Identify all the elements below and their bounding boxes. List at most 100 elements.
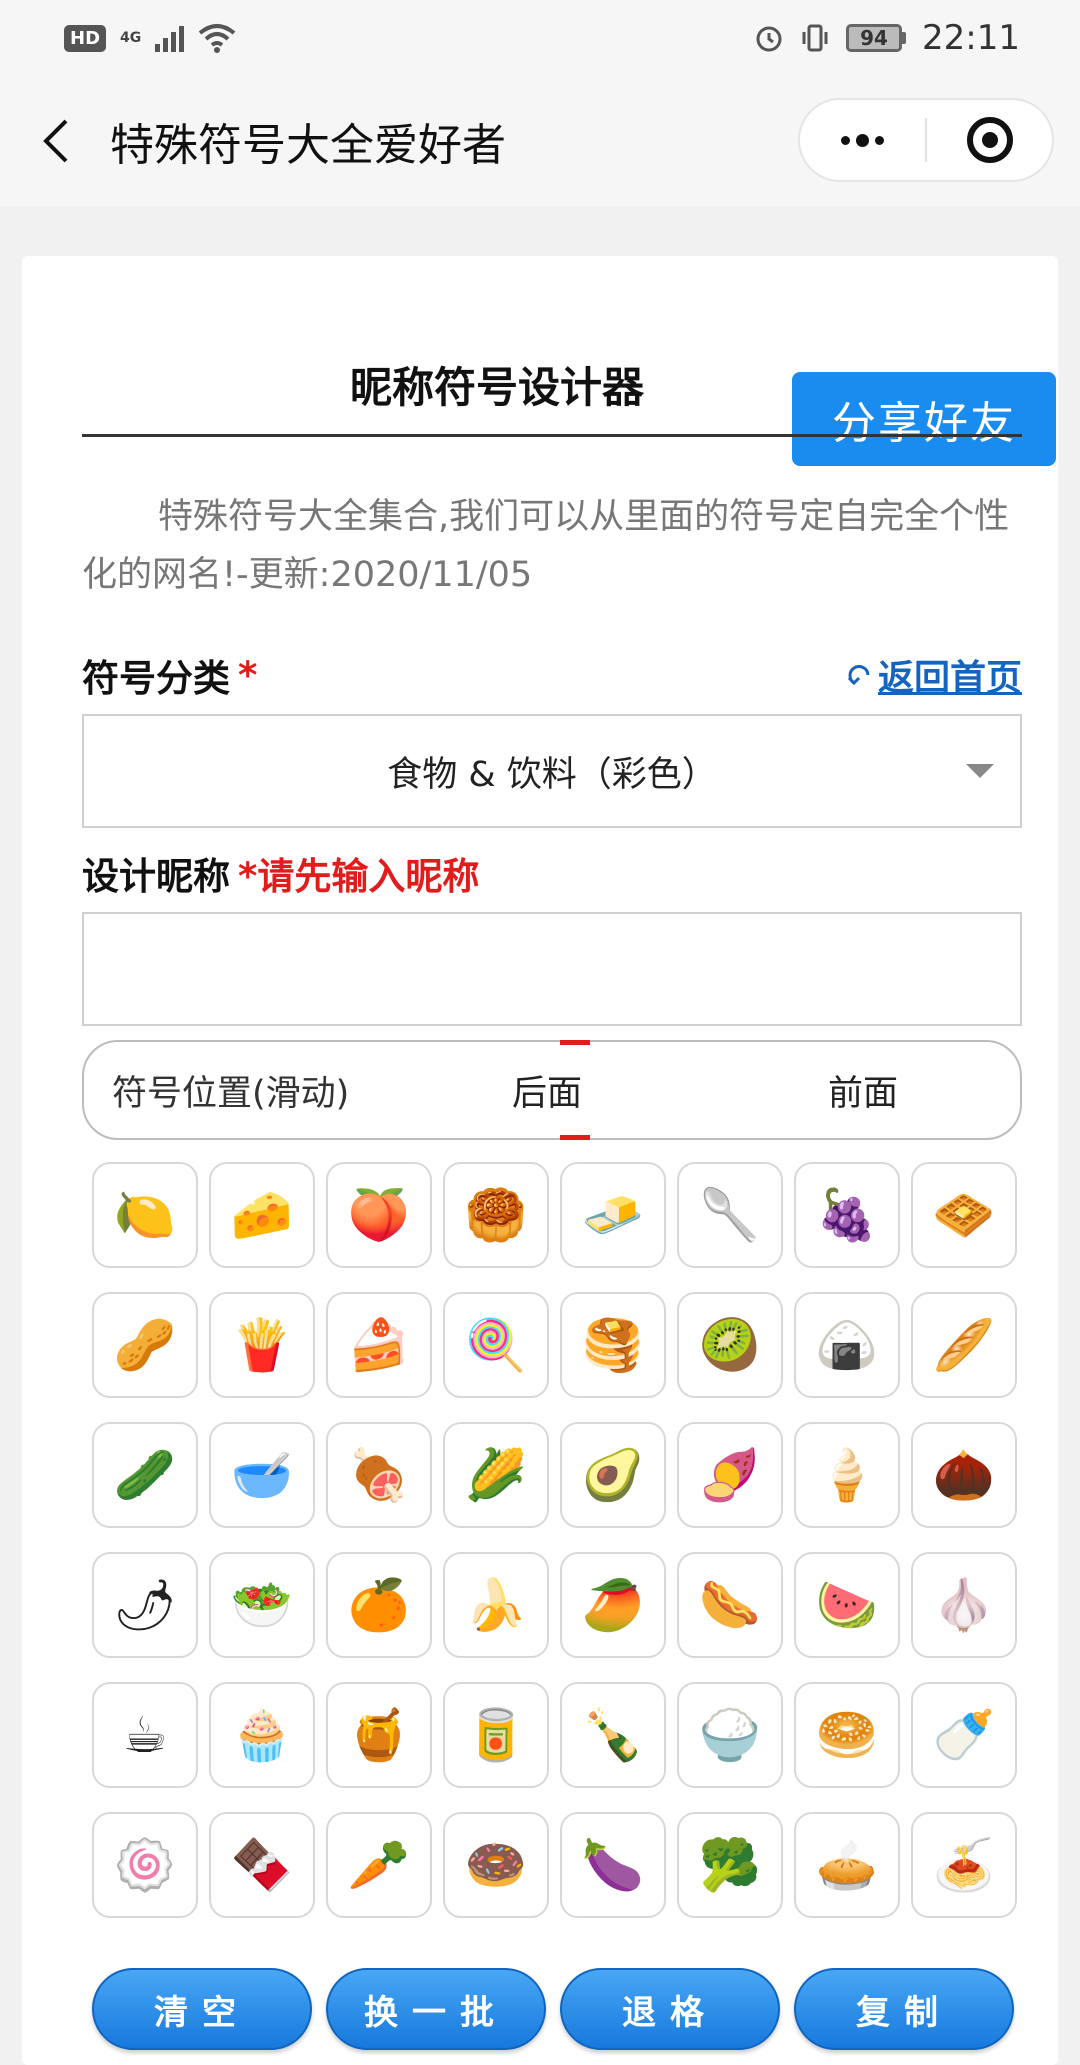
- nickname-input[interactable]: [82, 912, 1022, 1026]
- vibrate-icon: [802, 24, 828, 52]
- status-bar: HD 4G 94 22:11: [0, 0, 1080, 76]
- symbol-cell[interactable]: 🍼: [911, 1682, 1017, 1788]
- symbol-cell[interactable]: 🥭: [560, 1552, 666, 1658]
- symbol-cell[interactable]: 🥑: [560, 1422, 666, 1528]
- symbol-cell[interactable]: 🍝: [911, 1812, 1017, 1918]
- symbol-cell[interactable]: 🥧: [794, 1812, 900, 1918]
- symbol-glyph: 🧁: [230, 1706, 294, 1764]
- position-option-after[interactable]: 后面: [512, 1065, 582, 1116]
- symbol-glyph: 🍋: [113, 1186, 177, 1244]
- symbol-cell[interactable]: 🌽: [443, 1422, 549, 1528]
- symbol-cell[interactable]: 🍙: [794, 1292, 900, 1398]
- symbol-glyph: 🥞: [581, 1316, 645, 1374]
- symbol-glyph: 🌭: [698, 1576, 762, 1634]
- share-button[interactable]: 分享好友: [792, 372, 1056, 466]
- symbol-cell[interactable]: 🥕: [326, 1812, 432, 1918]
- symbol-cell[interactable]: 🍇: [794, 1162, 900, 1268]
- symbol-cell[interactable]: 🍑: [326, 1162, 432, 1268]
- nickname-label: 设计昵称: [82, 855, 230, 898]
- symbol-cell[interactable]: 🥫: [443, 1682, 549, 1788]
- symbol-glyph: 🍝: [932, 1836, 996, 1894]
- symbol-cell[interactable]: 🍫: [209, 1812, 315, 1918]
- symbol-cell[interactable]: 🥣: [209, 1422, 315, 1528]
- symbol-glyph: 🧀: [230, 1186, 294, 1244]
- symbol-cell[interactable]: 🥯: [794, 1682, 900, 1788]
- more-button[interactable]: [800, 100, 925, 180]
- symbol-glyph: 🥝: [698, 1316, 762, 1374]
- wifi-icon: [198, 24, 236, 53]
- next-batch-button[interactable]: 换一批: [326, 1968, 546, 2050]
- symbol-cell[interactable]: 🥗: [209, 1552, 315, 1658]
- clear-button[interactable]: 清空: [92, 1968, 312, 2050]
- symbol-glyph: 🥫: [464, 1706, 528, 1764]
- category-label-row: 符号分类 * 返回首页: [82, 648, 1022, 702]
- symbol-cell[interactable]: 🧁: [209, 1682, 315, 1788]
- symbol-cell[interactable]: 🥦: [677, 1812, 783, 1918]
- symbol-cell[interactable]: 🌰: [911, 1422, 1017, 1528]
- back-button[interactable]: [0, 76, 110, 206]
- symbol-glyph: 🥧: [815, 1836, 879, 1894]
- symbol-glyph: 🥜: [113, 1316, 177, 1374]
- symbol-cell[interactable]: 🍯: [326, 1682, 432, 1788]
- symbol-cell[interactable]: 🍠: [677, 1422, 783, 1528]
- symbol-cell[interactable]: 🍦: [794, 1422, 900, 1528]
- nickname-hint: *请先输入昵称: [238, 855, 480, 898]
- symbol-cell[interactable]: 🌭: [677, 1552, 783, 1658]
- symbol-glyph: 🌽: [464, 1446, 528, 1504]
- symbol-cell[interactable]: 🧄: [911, 1552, 1017, 1658]
- home-link[interactable]: 返回首页: [846, 649, 1022, 701]
- action-bar: 清空 换一批 退格 复制: [92, 1968, 1014, 2050]
- symbol-glyph: 🍌: [464, 1576, 528, 1634]
- symbol-cell[interactable]: 🌶: [92, 1552, 198, 1658]
- position-label: 符号位置(滑动): [112, 1073, 350, 1114]
- symbol-cell[interactable]: 🍊: [326, 1552, 432, 1658]
- symbol-cell[interactable]: 🍉: [794, 1552, 900, 1658]
- symbol-glyph: 🍑: [347, 1186, 411, 1244]
- symbol-cell[interactable]: 🍌: [443, 1552, 549, 1658]
- caret-down-icon: [966, 764, 994, 778]
- symbol-cell[interactable]: 🍩: [443, 1812, 549, 1918]
- alarm-icon: [756, 26, 782, 52]
- symbol-cell[interactable]: 🥒: [92, 1422, 198, 1528]
- symbol-glyph: 🍯: [347, 1706, 411, 1764]
- position-option-before[interactable]: 前面: [828, 1065, 898, 1116]
- symbol-cell[interactable]: 🧇: [911, 1162, 1017, 1268]
- symbol-cell[interactable]: 🥞: [560, 1292, 666, 1398]
- symbol-grid: 🍋 🧀 🍑 🥮 🧈 🥄 🍇 🧇 🥜 🍟 🍰 🍭 🥞 🥝 🍙 🥖 🥒 🥣 🍖 🌽 🥑 🍠 🍦 🌰 🌶 🥗 🍊 🍌 🥭 🌭 🍉 🧄 ☕ 🧁 🍯 🥫 🍾 🍚 🥯 🍼…: [92, 1162, 1017, 1918]
- symbol-cell[interactable]: 🥮: [443, 1162, 549, 1268]
- symbol-cell[interactable]: 🍆: [560, 1812, 666, 1918]
- symbol-glyph: 🥮: [464, 1186, 528, 1244]
- symbol-cell[interactable]: 🥄: [677, 1162, 783, 1268]
- symbol-glyph: 🌶: [113, 1576, 177, 1634]
- symbol-cell[interactable]: 🍟: [209, 1292, 315, 1398]
- close-button[interactable]: [927, 100, 1052, 180]
- home-link-label: 返回首页: [877, 658, 1022, 699]
- symbol-cell[interactable]: 🥜: [92, 1292, 198, 1398]
- symbol-cell[interactable]: 🍾: [560, 1682, 666, 1788]
- symbol-cell[interactable]: 🍋: [92, 1162, 198, 1268]
- symbol-glyph: 🥣: [230, 1446, 294, 1504]
- symbol-cell[interactable]: 🧀: [209, 1162, 315, 1268]
- symbol-cell[interactable]: 🍭: [443, 1292, 549, 1398]
- symbol-glyph: 🍾: [581, 1706, 645, 1764]
- category-select[interactable]: 食物 & 饮料（彩色）: [82, 714, 1022, 828]
- hd-badge: HD: [64, 24, 107, 52]
- intro-text: 特殊符号大全集合,我们可以从里面的符号定自完全个性化的网名!-更新:2020/1…: [82, 497, 1010, 595]
- page-title: 昵称符号设计器: [349, 363, 644, 412]
- copy-button[interactable]: 复制: [794, 1968, 1014, 2050]
- symbol-cell[interactable]: 🍰: [326, 1292, 432, 1398]
- symbol-glyph: 🍦: [815, 1446, 879, 1504]
- symbol-cell[interactable]: 🍥: [92, 1812, 198, 1918]
- symbol-cell[interactable]: 🍚: [677, 1682, 783, 1788]
- symbol-cell[interactable]: 🍖: [326, 1422, 432, 1528]
- symbol-cell[interactable]: 🧈: [560, 1162, 666, 1268]
- symbol-cell[interactable]: 🥝: [677, 1292, 783, 1398]
- main-card: 昵称符号设计器 分享好友 特殊符号大全集合,我们可以从里面的符号定自完全个性化的…: [22, 256, 1058, 2065]
- symbol-position-picker[interactable]: 符号位置(滑动) 后面 前面: [82, 1040, 1022, 1140]
- symbol-glyph: 🥦: [698, 1836, 762, 1894]
- symbol-glyph: 🍥: [113, 1836, 177, 1894]
- symbol-cell[interactable]: 🥖: [911, 1292, 1017, 1398]
- symbol-cell[interactable]: ☕: [92, 1682, 198, 1788]
- backspace-button[interactable]: 退格: [560, 1968, 780, 2050]
- picker-top-marker: [560, 1040, 590, 1045]
